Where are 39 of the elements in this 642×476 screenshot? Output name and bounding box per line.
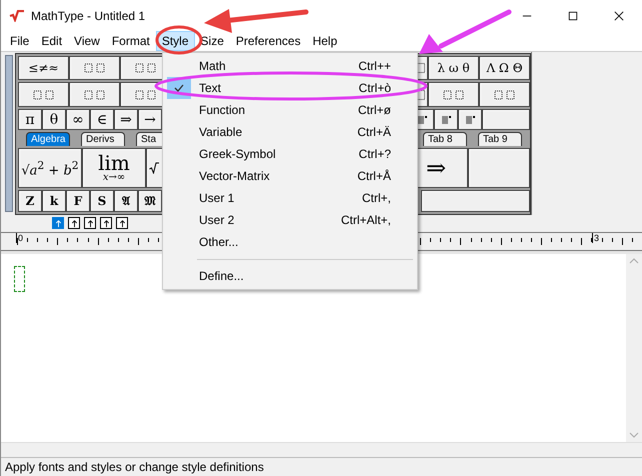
symbol-palette-button[interactable]: λ ω θ xyxy=(428,56,479,80)
palette-tab[interactable]: Algebra xyxy=(26,132,70,146)
style-symbol-button[interactable]: 𝔐 xyxy=(138,190,162,212)
symbol-palette-button[interactable]: Λ Ω Θ xyxy=(479,56,530,80)
ruler-label: 3 xyxy=(592,233,600,243)
palette-tab[interactable]: Tab 9 xyxy=(478,132,522,146)
menu-item[interactable]: Help xyxy=(306,31,344,51)
menu-item[interactable]: View xyxy=(68,31,106,51)
style-symbol-button[interactable]: F xyxy=(66,190,90,212)
style-symbol-button[interactable]: Z xyxy=(18,190,42,212)
style-symbol-button[interactable]: 𝔄 xyxy=(114,190,138,212)
menu-item[interactable]: Format xyxy=(106,31,156,51)
symbol-button[interactable]: ∞ xyxy=(66,108,90,130)
formula-template-button[interactable]: √a$^{2}$ + b$^{2}$ xyxy=(18,148,82,188)
menu-item[interactable]: Function Ctrl+ø xyxy=(165,99,415,121)
menu-item[interactable]: Other... xyxy=(165,231,415,253)
symbol-button[interactable]: ⇒ xyxy=(114,108,138,130)
limit-template-button[interactable]: lim x→∞ xyxy=(82,148,146,188)
menu-item[interactable]: Text Ctrl+ò xyxy=(165,77,415,99)
menu-item[interactable]: Edit xyxy=(35,31,68,51)
ruler-label: 0 xyxy=(16,233,24,243)
symbol-button[interactable]: ∈ xyxy=(90,108,114,130)
style-symbol-button[interactable]: k xyxy=(42,190,66,212)
style-symbol-button[interactable]: S xyxy=(90,190,114,212)
menu-item[interactable]: File xyxy=(4,31,36,51)
palette-tab[interactable]: Derivs xyxy=(81,132,125,146)
status-text: Apply fonts and styles or change style definitions xyxy=(5,460,264,474)
menu-item[interactable]: Define... xyxy=(165,265,415,287)
menu-item[interactable]: Preferences xyxy=(230,31,307,51)
menu-item[interactable]: Math Ctrl++ xyxy=(165,55,415,77)
menu-item[interactable]: User 2 Ctrl+Alt+, xyxy=(165,209,415,231)
symbol-button[interactable]: π xyxy=(18,108,42,130)
symbol-palette-button[interactable]: ≤≠≈ xyxy=(18,56,69,80)
menu-item[interactable]: User 1 Ctrl+, xyxy=(165,187,415,209)
palette-tab[interactable]: Tab 8 xyxy=(423,132,467,146)
window-title: MathType - Untitled 1 xyxy=(31,8,146,22)
menu-item[interactable]: Size xyxy=(194,31,230,51)
symbol-button[interactable]: → xyxy=(138,108,162,130)
symbol-button[interactable]: θ xyxy=(42,108,66,130)
